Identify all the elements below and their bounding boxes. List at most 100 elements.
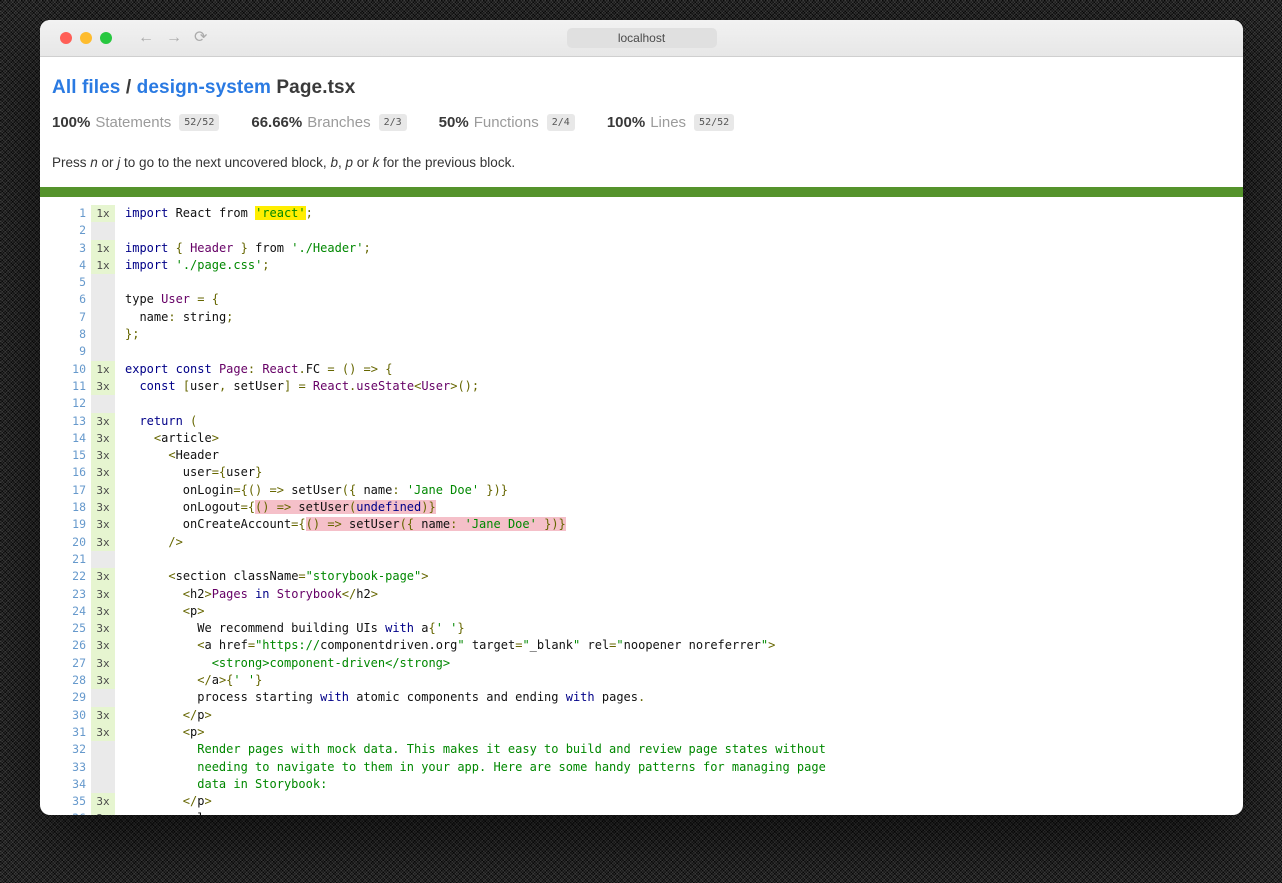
hit-count	[91, 689, 115, 706]
address-bar[interactable]: localhost	[567, 28, 717, 48]
zoom-button[interactable]	[100, 32, 112, 44]
code-line: 11ximport React from 'react';	[52, 205, 1231, 222]
function-uncovered-highlight: setUser	[342, 517, 400, 531]
code-token: ;	[226, 310, 233, 324]
hit-count: 1x	[91, 205, 115, 222]
hit-count: 3x	[91, 464, 115, 481]
line-number: 11	[52, 378, 86, 395]
hint-text: to go to the next uncovered block,	[120, 155, 330, 170]
code-token: name	[125, 310, 168, 324]
code-token: </	[183, 708, 197, 722]
code-token: >();	[450, 379, 479, 393]
code-line: 29 process starting with atomic componen…	[52, 689, 1231, 706]
minimize-button[interactable]	[80, 32, 92, 44]
source-text: name: string;	[115, 309, 233, 326]
code-line: 21	[52, 551, 1231, 568]
function-uncovered-highlight: undefined	[356, 500, 421, 514]
code-token: React	[168, 206, 219, 220]
source-text: <p>	[115, 603, 205, 620]
close-button[interactable]	[60, 32, 72, 44]
coverage-status-bar	[40, 187, 1243, 197]
code-line: 6type User = {	[52, 291, 1231, 308]
line-number: 9	[52, 343, 86, 360]
hit-count	[91, 776, 115, 793]
address-bar-text: localhost	[618, 31, 665, 45]
browser-nav: ← → ⟳	[138, 30, 207, 46]
code-line: 193x onCreateAccount={() => setUser({ na…	[52, 516, 1231, 533]
code-token: }	[255, 673, 262, 687]
code-token: {	[212, 292, 219, 306]
code-token	[125, 448, 168, 462]
line-number: 28	[52, 672, 86, 689]
code-token: =	[298, 569, 305, 583]
code-line: 34 data in Storybook:	[52, 776, 1231, 793]
breadcrumb-separator: /	[126, 77, 131, 98]
code-token: }	[255, 465, 262, 479]
code-token: 'Jane Doe'	[407, 483, 479, 497]
hit-count: 3x	[91, 793, 115, 810]
browser-window: ← → ⟳ localhost All files / design-syste…	[40, 20, 1243, 815]
code-token	[125, 535, 168, 549]
code-line: 173x onLogin={() => setUser({ name: 'Jan…	[52, 482, 1231, 499]
code-token: atomic components and ending	[349, 690, 566, 704]
source-text: onLogout={() => setUser(undefined)}	[115, 499, 436, 516]
code-token	[205, 292, 212, 306]
source-text: const [user, setUser] = React.useState<U…	[115, 378, 479, 395]
hit-count: 3x	[91, 672, 115, 689]
source-text: <p>	[115, 724, 205, 741]
hit-count: 3x	[91, 707, 115, 724]
source-text: onCreateAccount={() => setUser({ name: '…	[115, 516, 566, 533]
code-line: 163x user={user}	[52, 464, 1231, 481]
line-number: 33	[52, 759, 86, 776]
code-token: >	[197, 604, 204, 618]
code-token: "	[522, 638, 529, 652]
source-text: import './page.css';	[115, 257, 270, 274]
hit-count: 3x	[91, 430, 115, 447]
code-token: h2	[190, 587, 204, 601]
line-number: 17	[52, 482, 86, 499]
hint-text: Press	[52, 155, 90, 170]
code-token: import	[125, 258, 168, 272]
code-token: (	[190, 414, 197, 428]
code-line: 273x <strong>component-driven</strong>	[52, 655, 1231, 672]
line-number: 19	[52, 516, 86, 533]
code-token: componentdriven.org	[320, 638, 457, 652]
line-number: 12	[52, 395, 86, 412]
code-line: 263x <a href="https://componentdriven.or…	[52, 637, 1231, 654]
line-number: 5	[52, 274, 86, 291]
code-token: >	[204, 587, 211, 601]
source-text: <section className="storybook-page">	[115, 568, 428, 585]
line-number: 35	[52, 793, 86, 810]
code-token: ;	[364, 241, 371, 255]
code-token: ;	[306, 206, 313, 220]
line-number: 27	[52, 655, 86, 672]
code-token: FC	[306, 362, 328, 376]
hit-count: 3x	[91, 378, 115, 395]
code-line: 2	[52, 222, 1231, 239]
breadcrumb-folder-link[interactable]: design-system	[137, 77, 271, 98]
hit-count: 3x	[91, 637, 115, 654]
back-icon[interactable]: ←	[138, 30, 154, 46]
code-token: >{	[219, 673, 233, 687]
hit-count	[91, 395, 115, 412]
code-line: 143x <article>	[52, 430, 1231, 447]
metric-statements: 100% Statements 52/52	[52, 114, 219, 131]
function-uncovered-highlight: ()	[255, 500, 269, 514]
hit-count: 3x	[91, 447, 115, 464]
branches-percent: 66.66%	[251, 114, 302, 131]
code-token: ()	[342, 362, 356, 376]
code-token: >	[371, 587, 378, 601]
functions-percent: 50%	[439, 114, 469, 131]
code-token	[356, 362, 363, 376]
source-text: <h2>Pages in Storybook</h2>	[115, 586, 378, 603]
line-number: 7	[52, 309, 86, 326]
code-token: ' '	[436, 621, 458, 635]
code-token: >	[421, 569, 428, 583]
breadcrumb-all-files-link[interactable]: All files	[52, 77, 120, 98]
forward-icon[interactable]: →	[166, 30, 182, 46]
refresh-icon[interactable]: ⟳	[194, 30, 207, 46]
code-line: 32 Render pages with mock data. This mak…	[52, 741, 1231, 758]
code-token: {	[428, 621, 435, 635]
browser-titlebar: ← → ⟳ localhost	[40, 20, 1243, 57]
hit-count: 3x	[91, 603, 115, 620]
